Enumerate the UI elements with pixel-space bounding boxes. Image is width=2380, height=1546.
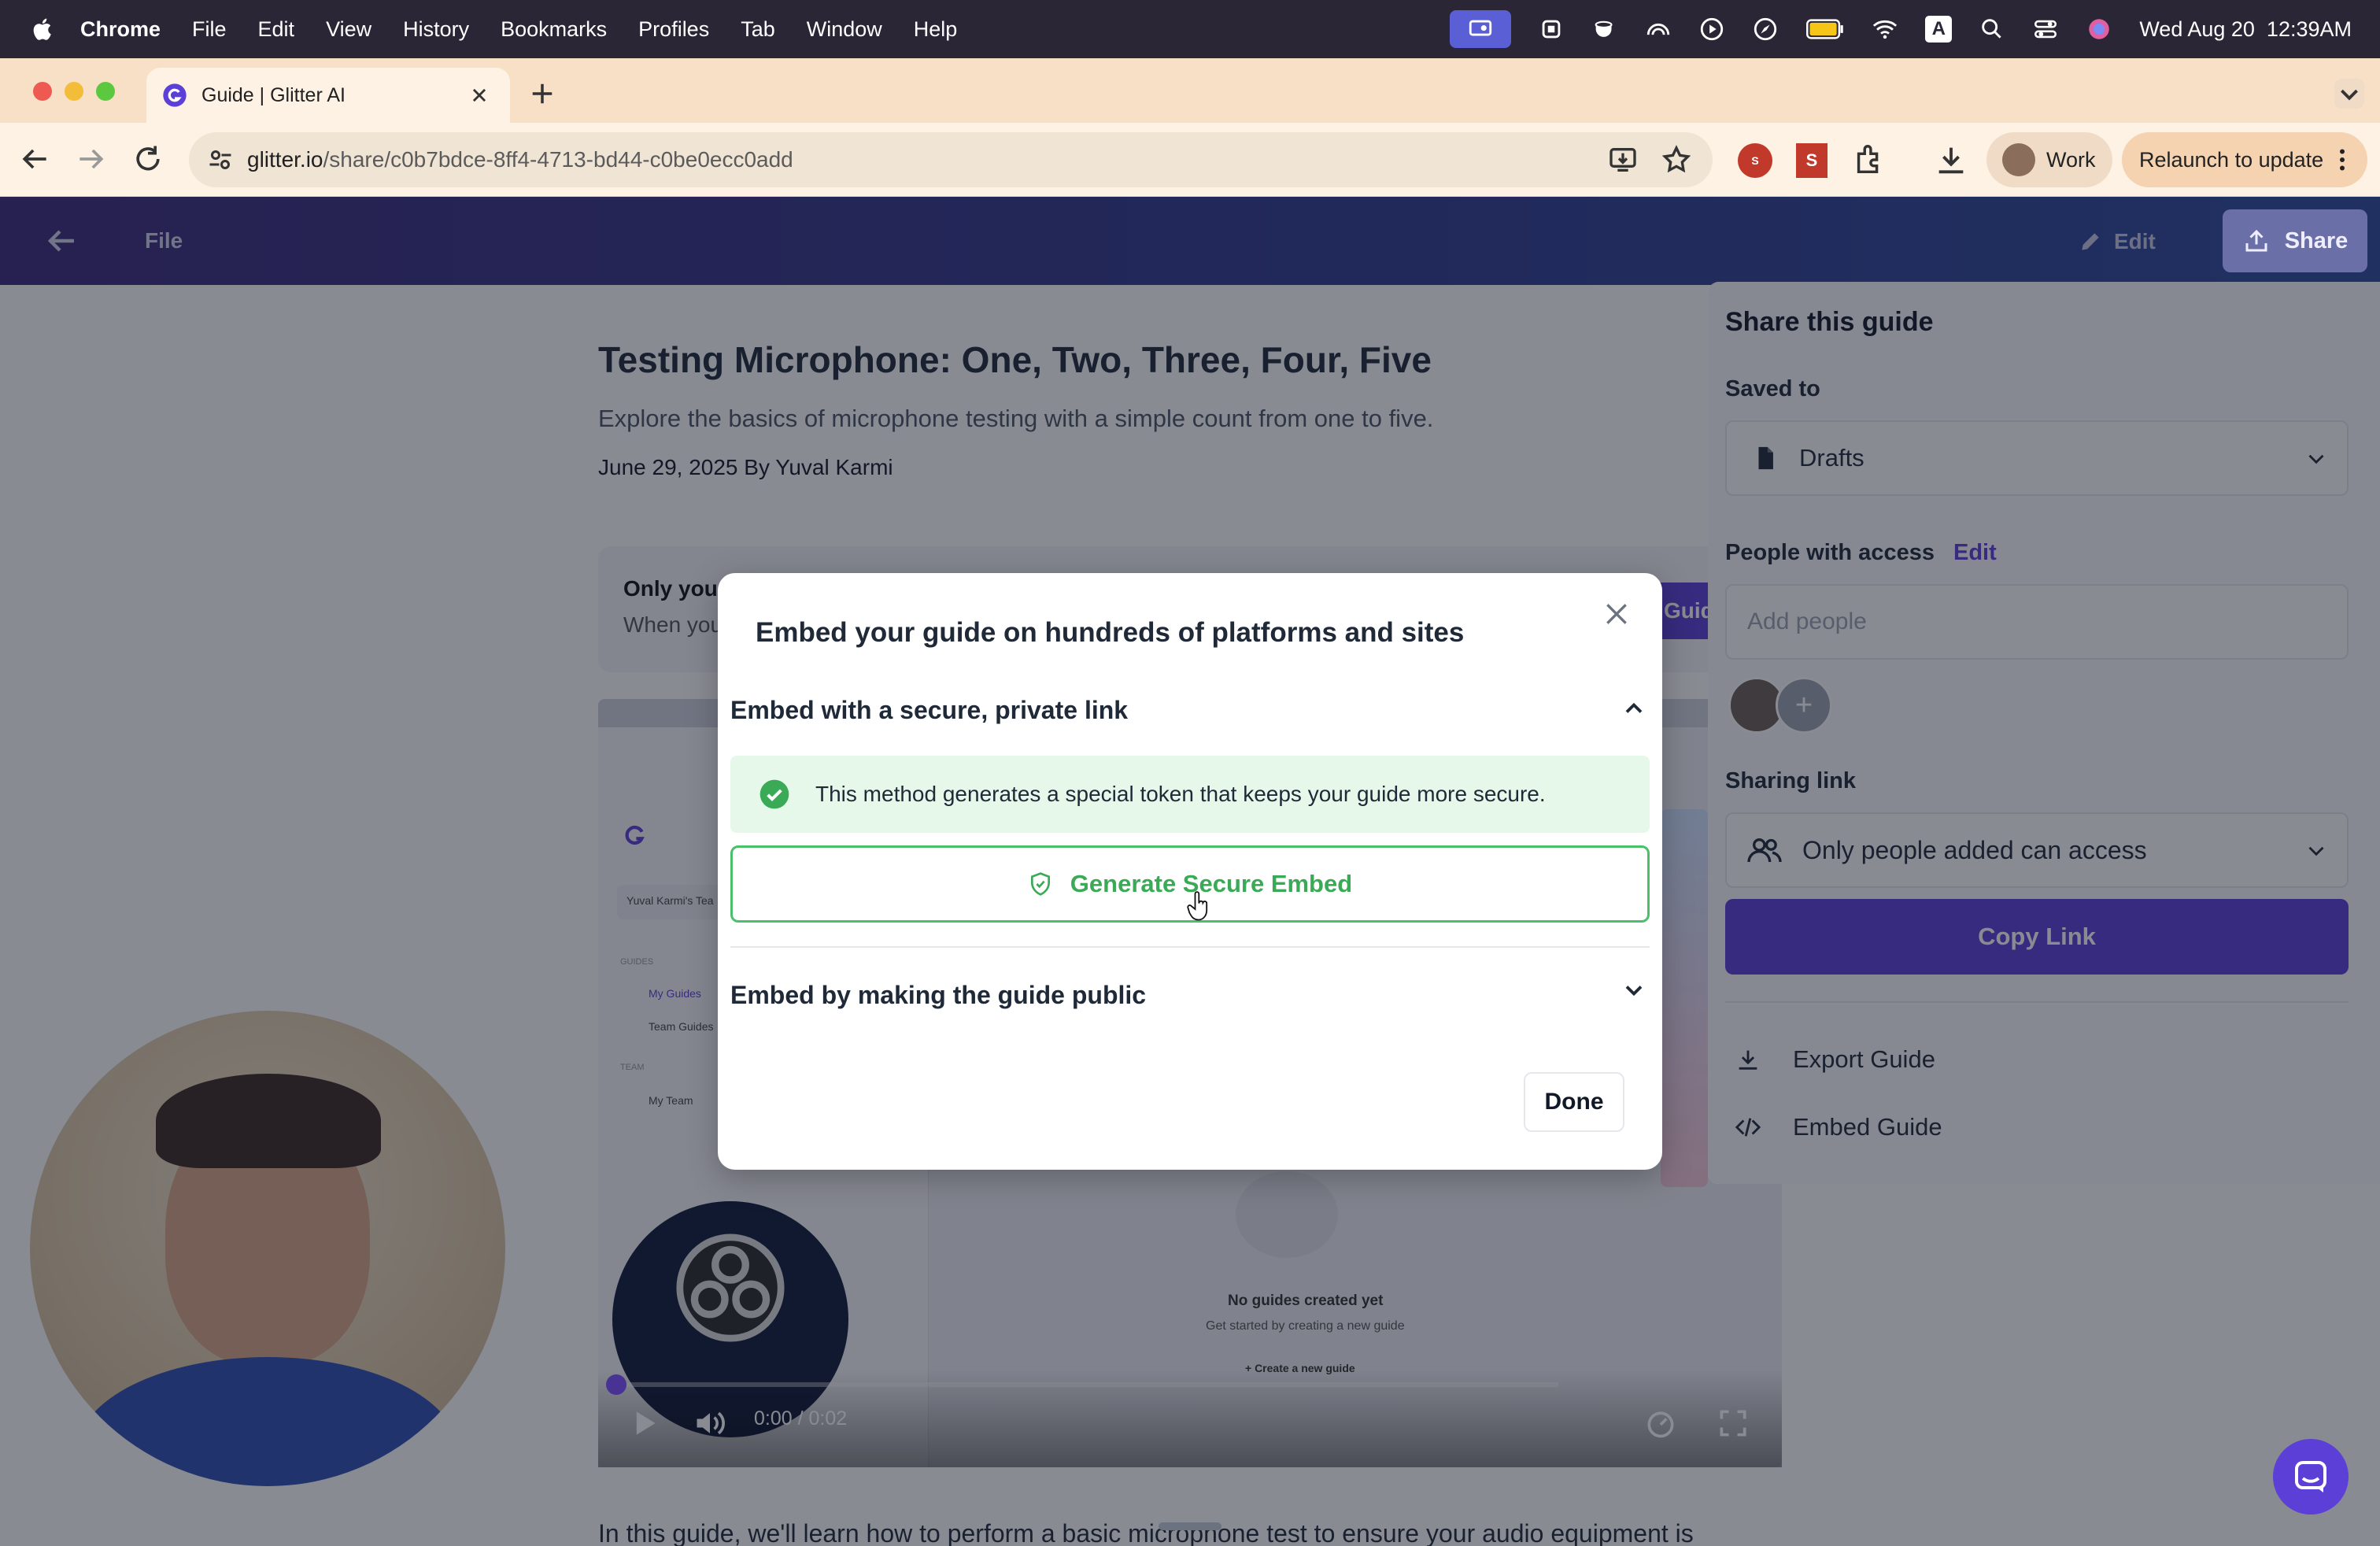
secure-embed-info: This method generates a special token th… (730, 756, 1650, 833)
keyboard-input-icon[interactable]: A (1925, 16, 1953, 43)
url-host: glitter.io (247, 147, 323, 172)
scroll-handle[interactable] (1159, 1522, 1221, 1530)
reload-icon[interactable] (131, 142, 165, 176)
screen-share-icon[interactable] (1450, 10, 1512, 48)
public-embed-section-header[interactable]: Embed by making the guide public (730, 981, 1146, 1010)
install-app-icon[interactable] (1607, 144, 1639, 176)
share-upload-icon (2245, 229, 2267, 252)
hand-pointer-cursor-icon (1187, 891, 1208, 921)
menu-window[interactable]: Window (807, 17, 882, 42)
share-button[interactable]: Share (2223, 209, 2367, 272)
status-area: A Wed Aug 20 12:39AM (1450, 0, 2352, 58)
menu-tab[interactable]: Tab (741, 17, 775, 42)
url-path: /share/c0b7bdce-8ff4-4713-bd44-c0be0ecc0… (323, 147, 793, 172)
tab-title: Guide | Glitter AI (201, 83, 346, 106)
close-icon[interactable] (1601, 598, 1632, 630)
wifi-icon[interactable] (1872, 16, 1898, 43)
menu-history[interactable]: History (403, 17, 469, 42)
browser-tab-active[interactable]: Guide | Glitter AI (146, 68, 510, 123)
gauge-icon[interactable] (1645, 16, 1672, 43)
extensions-puzzle-icon[interactable] (1851, 142, 1887, 178)
more-vert-icon[interactable] (2328, 146, 2356, 174)
apple-logo-icon[interactable] (30, 16, 57, 43)
s-extension-icon[interactable]: S (1796, 143, 1828, 178)
check-circle-icon (759, 779, 789, 809)
menu-edit[interactable]: Edit (258, 17, 295, 42)
siri-icon[interactable] (2086, 16, 2112, 43)
done-button[interactable]: Done (1524, 1072, 1624, 1132)
tab-close-icon[interactable] (466, 82, 493, 109)
compass-icon[interactable] (1752, 16, 1779, 43)
profile-chip[interactable]: Work (1986, 132, 2112, 187)
tab-search-icon[interactable] (2331, 76, 2367, 112)
forward-arrow-icon[interactable] (74, 142, 109, 176)
downloads-icon[interactable] (1933, 142, 1969, 178)
profile-label: Work (2046, 147, 2096, 172)
menu-file[interactable]: File (192, 17, 227, 42)
relaunch-label: Relaunch to update (2139, 147, 2324, 172)
stop-recording-icon[interactable] (1538, 16, 1565, 43)
new-tab-icon[interactable] (526, 77, 559, 110)
cup-icon[interactable] (1591, 16, 1618, 43)
menu-view[interactable]: View (326, 17, 371, 42)
chevron-down-icon[interactable] (1620, 976, 1648, 1004)
generate-secure-embed-label: Generate Secure Embed (1070, 870, 1353, 897)
modal-divider (730, 946, 1650, 948)
profile-avatar (2002, 143, 2035, 176)
shield-check-icon (1030, 872, 1050, 896)
battery-icon[interactable] (1805, 16, 1845, 43)
support-chat-button[interactable] (2273, 1439, 2349, 1515)
macos-menu-bar: Chrome File Edit View History Bookmarks … (0, 0, 2380, 58)
menu-bookmarks[interactable]: Bookmarks (501, 17, 607, 42)
window-zoom-button[interactable] (96, 82, 115, 101)
secure-embed-info-text: This method generates a special token th… (815, 782, 1546, 806)
menubar-clock[interactable]: Wed Aug 20 12:39AM (2139, 17, 2352, 42)
bookmark-star-icon[interactable] (1661, 144, 1692, 176)
menu-app-name[interactable]: Chrome (80, 17, 161, 42)
site-info-icon[interactable] (206, 146, 235, 174)
address-bar[interactable]: glitter.io/share/c0b7bdce-8ff4-4713-bd44… (189, 132, 1713, 187)
menu-help[interactable]: Help (914, 17, 958, 42)
back-arrow-icon[interactable] (17, 142, 52, 176)
secure-embed-section-header[interactable]: Embed with a secure, private link (730, 696, 1128, 725)
chat-icon (2295, 1461, 2326, 1492)
menu-profiles[interactable]: Profiles (638, 17, 709, 42)
spotlight-search-icon[interactable] (1979, 16, 2005, 43)
window-minimize-button[interactable] (65, 82, 83, 101)
window-close-button[interactable] (33, 82, 52, 101)
share-panel-dim (1708, 282, 2380, 1184)
glitter-favicon-icon (163, 83, 187, 107)
relaunch-button[interactable]: Relaunch to update (2122, 132, 2367, 187)
control-center-icon[interactable] (2032, 16, 2059, 43)
seo-extension-icon[interactable]: S (1738, 143, 1772, 178)
modal-title: Embed your guide on hundreds of platform… (756, 617, 1465, 648)
share-label: Share (2284, 227, 2349, 253)
chevron-up-icon[interactable] (1620, 694, 1648, 723)
play-circle-icon[interactable] (1698, 16, 1725, 43)
